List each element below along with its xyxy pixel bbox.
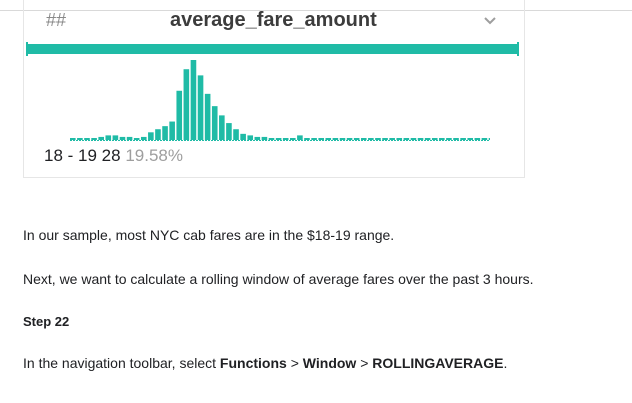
histogram-bar[interactable] — [105, 135, 112, 140]
histogram-bar[interactable] — [219, 115, 225, 140]
histogram-bar[interactable] — [446, 138, 452, 140]
histogram-bar[interactable] — [155, 129, 161, 140]
histogram-bar[interactable] — [233, 129, 239, 140]
menu-functions: Functions — [219, 355, 287, 371]
quality-bar-right-tick — [517, 42, 519, 56]
paragraph-toolbar-instruction: In the navigation toolbar, select Functi… — [23, 355, 507, 371]
histogram-bar[interactable] — [133, 138, 140, 140]
histogram-bar[interactable] — [481, 138, 488, 140]
histogram-bar[interactable] — [211, 106, 218, 140]
histogram-bar[interactable] — [275, 138, 282, 140]
histogram-bar[interactable] — [197, 75, 204, 140]
histogram-bar[interactable] — [431, 138, 438, 140]
sep-2: > — [356, 355, 373, 371]
histogram-bar[interactable] — [183, 69, 190, 140]
paragraph-sample-fares: In our sample, most NYC cab fares are in… — [23, 227, 395, 243]
histogram-bar[interactable] — [339, 138, 346, 140]
histogram-bar[interactable] — [112, 135, 119, 140]
histogram-bar[interactable] — [162, 126, 168, 140]
histogram-bar[interactable] — [368, 138, 374, 140]
histogram-bar[interactable] — [190, 60, 197, 140]
column-name[interactable]: average_fare_amount — [170, 9, 377, 32]
sep-1: > — [286, 355, 303, 371]
histogram-bar[interactable] — [268, 138, 275, 140]
histogram-bar[interactable] — [204, 93, 211, 140]
histogram-bar[interactable] — [254, 136, 261, 140]
histogram-bar[interactable] — [467, 138, 474, 140]
histogram-bar[interactable] — [453, 138, 459, 140]
instruction-suffix: . — [503, 355, 508, 371]
histogram-bar[interactable] — [360, 138, 367, 140]
chevron-down-icon[interactable] — [482, 12, 498, 28]
histogram-bar[interactable] — [148, 132, 154, 140]
histogram-bar[interactable] — [176, 90, 183, 140]
menu-window: Window — [302, 355, 357, 371]
histogram-bar[interactable] — [474, 138, 481, 140]
histogram-bar[interactable] — [126, 136, 133, 140]
histogram-bar[interactable] — [98, 136, 104, 140]
instruction-prefix: In the navigation toolbar, select — [23, 355, 220, 371]
step-heading: Step 22 — [23, 314, 70, 329]
histogram-bar[interactable] — [325, 138, 332, 140]
histogram-bar[interactable] — [140, 136, 147, 140]
hover-count: 28 — [101, 146, 121, 165]
histogram-bar[interactable] — [282, 138, 289, 140]
histogram-bar[interactable] — [332, 138, 339, 140]
histogram-bar[interactable] — [226, 123, 232, 140]
quality-bar-left-tick — [26, 42, 28, 56]
histogram-bar[interactable] — [424, 138, 431, 140]
data-quality-bar[interactable] — [28, 44, 518, 54]
histogram-bar[interactable] — [77, 138, 83, 140]
hover-percent: 19.58% — [125, 146, 183, 165]
histogram-bar[interactable] — [410, 138, 417, 140]
histogram-bar[interactable] — [396, 138, 403, 140]
hover-range: 18 - 19 — [44, 146, 97, 165]
numeric-type-icon: ## — [46, 10, 67, 30]
histogram-bar[interactable] — [318, 138, 324, 140]
histogram-bar[interactable] — [439, 138, 445, 140]
histogram-bar[interactable] — [375, 138, 381, 140]
histogram-bar[interactable] — [304, 138, 310, 140]
histogram-bar[interactable] — [91, 138, 97, 140]
histogram-bar[interactable] — [169, 121, 175, 140]
histogram-bar[interactable] — [403, 138, 410, 140]
histogram-bar[interactable] — [290, 138, 296, 140]
histogram-bar[interactable] — [417, 138, 424, 140]
histogram-bar[interactable] — [460, 138, 466, 140]
histogram-bar[interactable] — [353, 138, 360, 140]
histogram-hover-info: 18 - 19 28 19.58% — [44, 146, 183, 166]
histogram-bar[interactable] — [297, 135, 303, 140]
histogram-bar[interactable] — [346, 138, 353, 140]
histogram-bar[interactable] — [119, 136, 126, 140]
histogram-bar[interactable] — [247, 135, 254, 140]
value-histogram[interactable] — [30, 56, 490, 144]
histogram-bar[interactable] — [70, 138, 76, 140]
menu-rollingaverage: ROLLINGAVERAGE — [372, 355, 504, 371]
histogram-bar[interactable] — [261, 136, 268, 140]
histogram-bar[interactable] — [240, 133, 246, 140]
paragraph-rolling-window: Next, we want to calculate a rolling win… — [23, 271, 534, 287]
histogram-bar[interactable] — [311, 138, 317, 140]
histogram-bar[interactable] — [488, 138, 490, 140]
histogram-bar[interactable] — [389, 138, 395, 140]
histogram-bar[interactable] — [84, 138, 90, 140]
histogram-bar[interactable] — [382, 138, 388, 140]
